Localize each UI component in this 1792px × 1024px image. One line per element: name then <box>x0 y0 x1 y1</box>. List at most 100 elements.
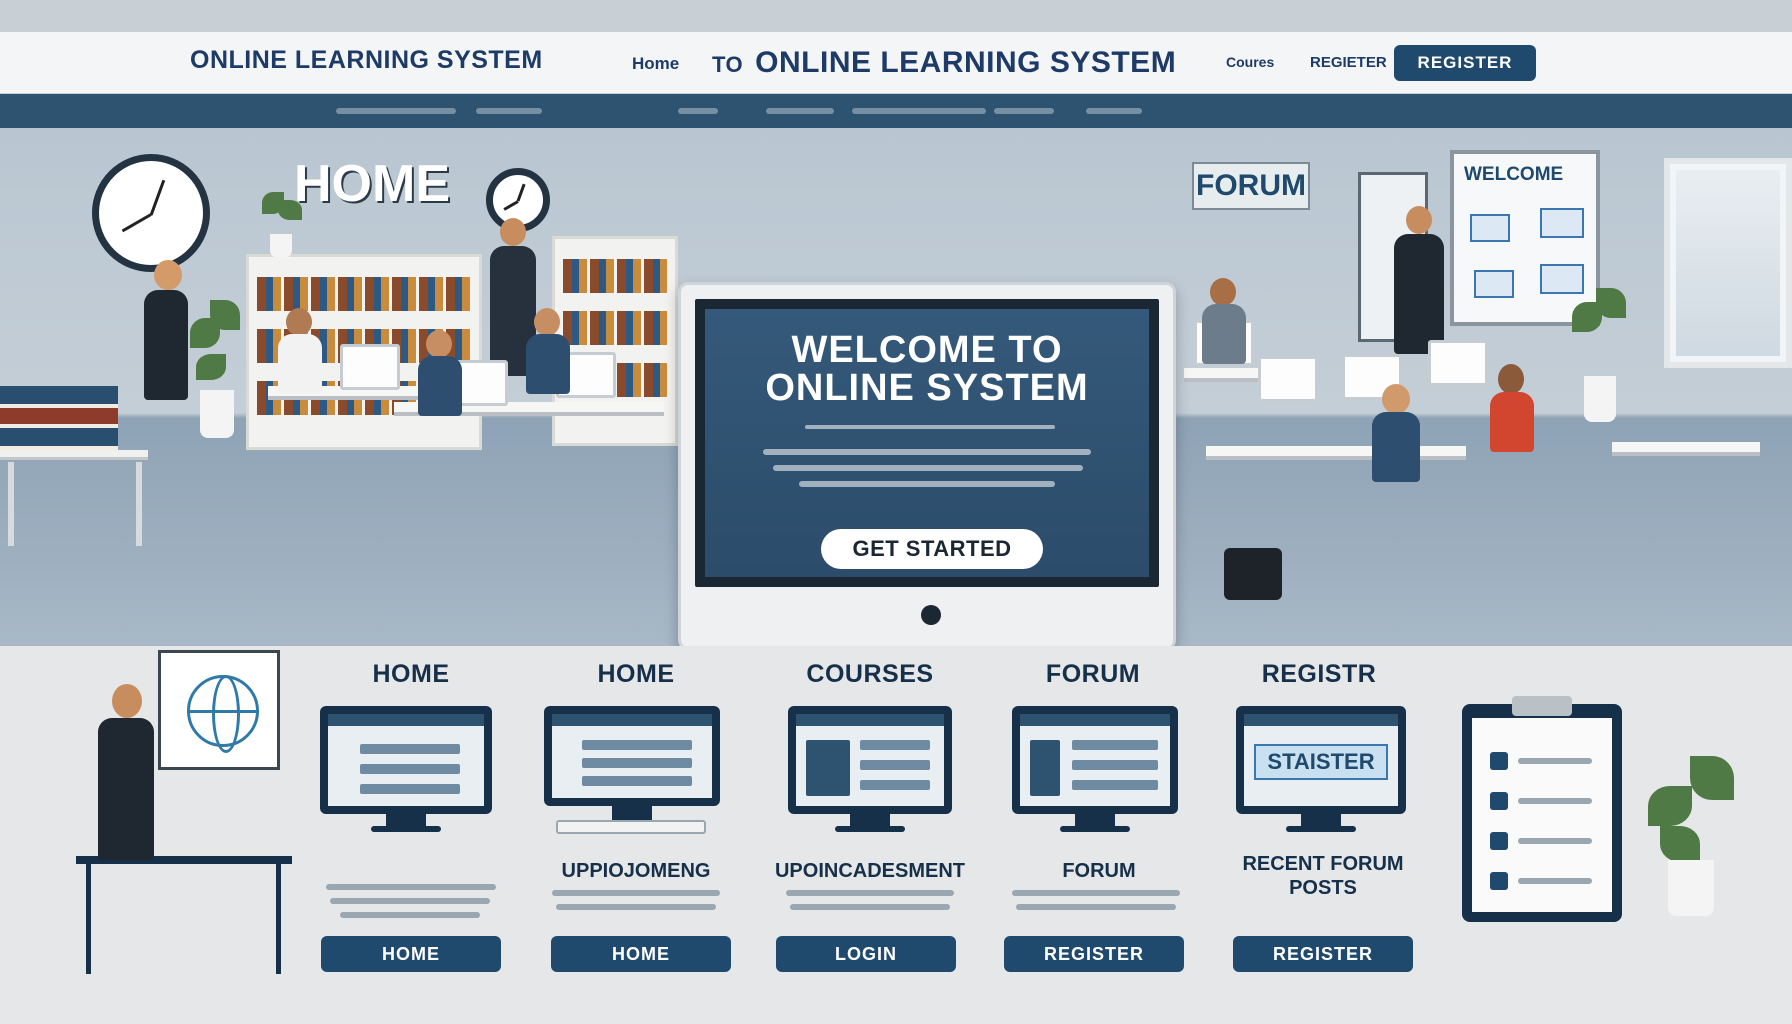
student-figure <box>272 308 328 398</box>
subnav-item[interactable] <box>1086 108 1142 114</box>
card-monitor <box>544 706 720 806</box>
desktop-computer <box>340 344 400 390</box>
checklist-line <box>1518 798 1592 804</box>
power-button-icon <box>921 605 941 625</box>
card-subtitle: UPPIOJOMENG <box>561 860 711 882</box>
book-row <box>257 277 471 311</box>
card-subtitle: RECENT FORUM POSTS <box>1242 853 1404 899</box>
intro-text-line <box>773 465 1083 471</box>
card-text-line <box>1016 904 1176 910</box>
checklist-line <box>1518 838 1592 844</box>
subnav-item[interactable] <box>994 108 1054 114</box>
potted-plant-icon <box>256 188 306 258</box>
diagram-box <box>1470 214 1510 242</box>
card-login-button[interactable]: LOGIN <box>776 936 956 972</box>
nav-title-text: ONLINE LEARNING SYSTEM <box>755 46 1177 79</box>
card-title: COURSES <box>806 660 934 688</box>
side-table <box>1612 442 1760 456</box>
globe-board <box>158 650 280 770</box>
card-monitor <box>788 706 952 814</box>
card-register-button[interactable]: REGISTER <box>1004 936 1184 972</box>
book-row <box>563 259 667 293</box>
subnav-item[interactable] <box>766 108 834 114</box>
classroom-window <box>1664 158 1792 368</box>
diagram-box <box>1540 208 1584 238</box>
card-home-button[interactable]: HOME <box>321 936 501 972</box>
card-screen <box>552 714 712 798</box>
nav-register-link[interactable]: REGIETER <box>1310 54 1387 71</box>
home-wall-sign: HOME <box>294 155 450 213</box>
divider-line <box>805 425 1055 429</box>
card-text-line <box>326 884 496 890</box>
presenter-figure <box>88 684 168 954</box>
card-title: REGISTR <box>1261 660 1377 688</box>
feature-cards-section: HOME HOME HOME UPPIOJOMENG HOME COURSES … <box>0 646 1792 1024</box>
card-title: FORUM <box>1045 660 1141 688</box>
nav-home-link[interactable]: Home <box>632 54 679 74</box>
checklist-line <box>1518 758 1592 764</box>
main-monitor: WELCOME TO ONLINE SYSTEM GET STARTED <box>678 282 1176 646</box>
card-monitor: STAISTER <box>1236 706 1406 814</box>
clipboard-paper <box>1472 718 1612 912</box>
nav-title-prefix: TO <box>712 52 744 77</box>
checkbox-icon <box>1490 752 1508 770</box>
desktop-computer <box>1258 356 1318 402</box>
card-screen <box>1020 714 1170 806</box>
nav-courses-link[interactable]: Coures <box>1226 54 1274 70</box>
screen-label: STAISTER <box>1254 744 1388 780</box>
book-row <box>563 311 667 345</box>
site-header: ONLINE LEARNING SYSTEM Home TO ONLINE LEA… <box>0 32 1792 94</box>
sub-navigation-bar <box>0 94 1792 128</box>
card-subtitle: FORUM <box>1062 860 1136 882</box>
card-monitor-base <box>1286 826 1356 832</box>
teacher-figure <box>132 260 202 490</box>
forum-wall-sign: FORUM <box>1192 162 1310 210</box>
student-figure <box>1196 278 1252 368</box>
welcome-heading-line2: ONLINE SYSTEM <box>765 367 1089 409</box>
intro-text-line <box>799 481 1055 487</box>
top-strip <box>0 0 1792 32</box>
student-desk <box>1206 446 1466 460</box>
card-text-line <box>340 912 480 918</box>
keyboard-icon <box>556 820 706 834</box>
student-figure <box>1484 364 1540 474</box>
card-text-line <box>1012 890 1180 896</box>
subnav-item[interactable] <box>852 108 986 114</box>
clipboard-checklist <box>1462 696 1622 922</box>
student-figure <box>1366 384 1426 504</box>
card-text-line <box>786 890 954 896</box>
card-text-line <box>552 890 720 896</box>
subnav-item[interactable] <box>336 108 456 114</box>
card-title: HOME <box>597 660 675 688</box>
card-home-button[interactable]: HOME <box>551 936 731 972</box>
card-screen: STAISTER <box>1244 714 1398 806</box>
site-brand[interactable]: ONLINE LEARNING SYSTEM <box>190 46 543 75</box>
potted-plant-icon <box>1568 288 1632 422</box>
welcome-heading-line1: WELCOME TO <box>791 329 1063 371</box>
desk-leg <box>8 462 14 546</box>
card-title: HOME <box>372 660 450 688</box>
diagram-box <box>1474 270 1514 298</box>
checkbox-icon <box>1490 872 1508 890</box>
book-stack <box>0 386 118 450</box>
register-button[interactable]: REGISTER <box>1394 45 1536 81</box>
student-figure <box>412 330 468 420</box>
subnav-item[interactable] <box>678 108 718 114</box>
subnav-item[interactable] <box>476 108 542 114</box>
card-monitor-base <box>1060 826 1130 832</box>
card-text-line <box>330 898 490 904</box>
wall-clock-icon <box>92 154 210 272</box>
get-started-button[interactable]: GET STARTED <box>821 529 1043 569</box>
table-leg <box>276 864 281 974</box>
desktop-computer <box>1428 340 1488 386</box>
globe-icon <box>187 675 259 753</box>
clipboard-clip <box>1512 696 1572 716</box>
card-register-button[interactable]: REGISTER <box>1233 936 1413 972</box>
card-monitor <box>1012 706 1178 814</box>
card-subtitle: UPOINCADESMENT <box>774 860 965 882</box>
intro-text-line <box>763 449 1091 455</box>
checkbox-icon <box>1490 832 1508 850</box>
card-text-line <box>556 904 716 910</box>
checkbox-icon <box>1490 792 1508 810</box>
side-desk <box>0 450 148 460</box>
